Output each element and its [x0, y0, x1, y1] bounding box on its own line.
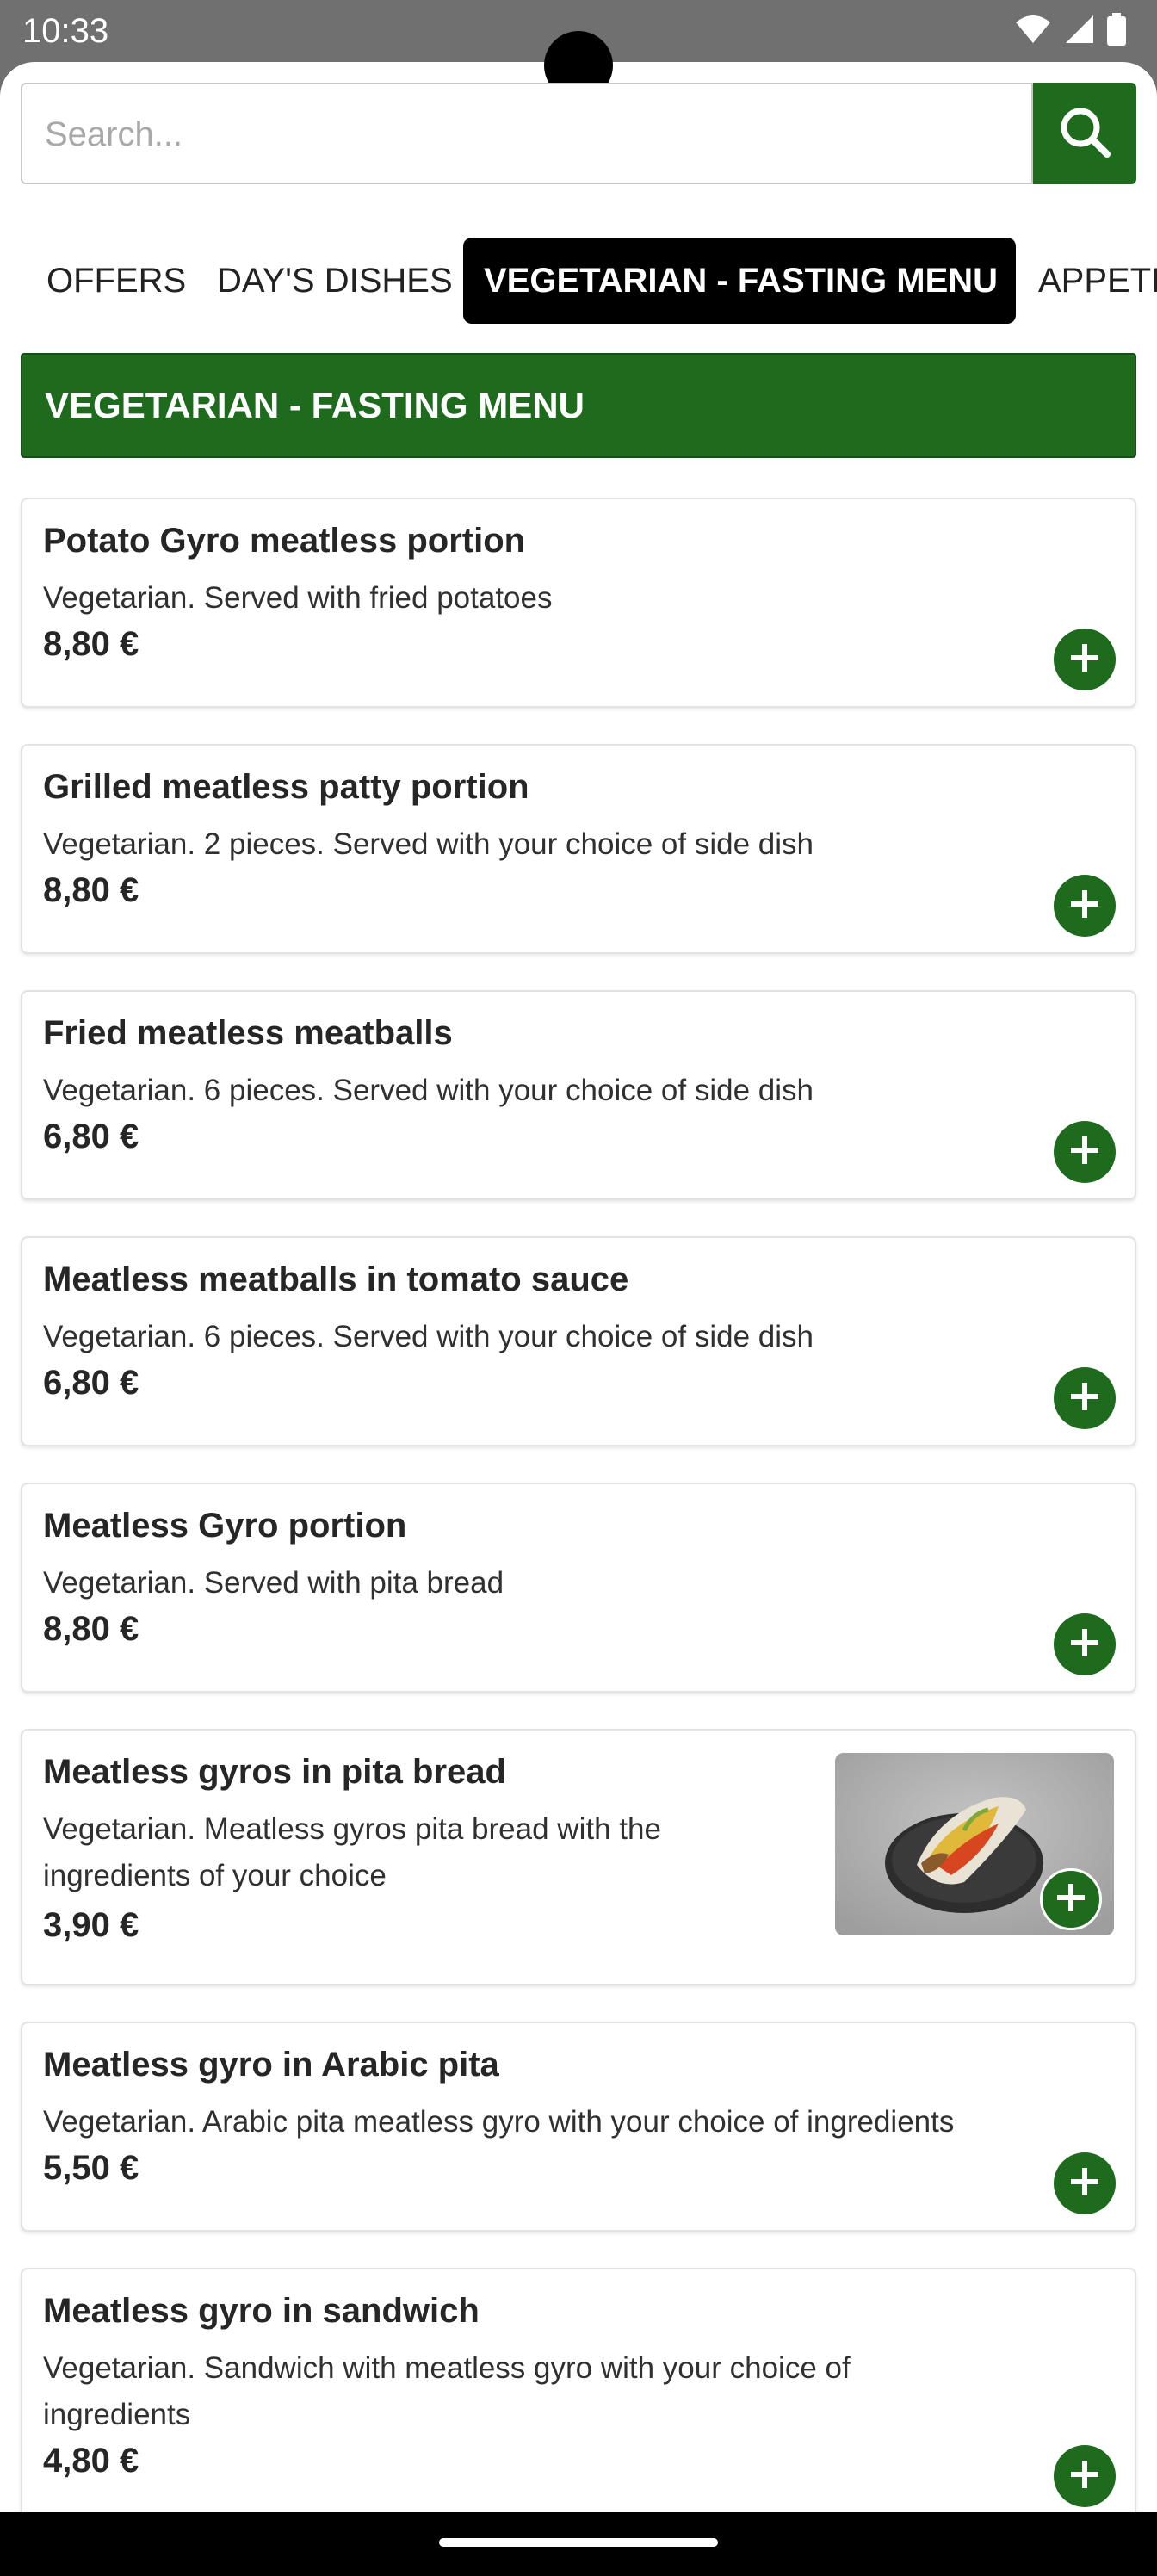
item-name: Meatless meatballs in tomato sauce [43, 1260, 629, 1298]
search-box[interactable] [21, 83, 1033, 184]
tab-days-dishes[interactable]: DAY'S DISHES [217, 238, 453, 324]
add-item-button[interactable] [1054, 1367, 1116, 1429]
item-description: Vegetarian. 2 pieces. Served with your c… [43, 827, 814, 861]
item-description: Vegetarian. 6 pieces. Served with your c… [43, 1320, 814, 1353]
item-price: 8,80 € [43, 871, 139, 909]
item-description: Vegetarian. 6 pieces. Served with your c… [43, 1074, 814, 1107]
plus-icon [1067, 641, 1102, 679]
menu-item-card[interactable]: Meatless meatballs in tomato sauce Veget… [21, 1236, 1136, 1446]
item-price: 6,80 € [43, 1364, 139, 1402]
item-name: Meatless gyros in pita bread [43, 1753, 506, 1791]
menu-item-card[interactable]: Meatless gyro in Arabic pita Vegetarian.… [21, 2022, 1136, 2232]
plus-icon [1067, 1625, 1102, 1664]
item-name: Meatless Gyro portion [43, 1507, 407, 1545]
item-name: Grilled meatless patty portion [43, 768, 529, 806]
menu-item-card[interactable]: Grilled meatless patty portion Vegetaria… [21, 744, 1136, 954]
search-icon [1057, 104, 1112, 164]
menu-item-card[interactable]: Fried meatless meatballs Vegetarian. 6 p… [21, 990, 1136, 1200]
menu-item-card[interactable]: Meatless Gyro portion Vegetarian. Served… [21, 1483, 1136, 1693]
tab-appetizers[interactable]: APPETIZERS [1038, 238, 1157, 324]
item-name: Potato Gyro meatless portion [43, 522, 526, 560]
add-item-button[interactable] [1054, 2152, 1116, 2214]
item-price: 4,80 € [43, 2442, 139, 2480]
item-description: Vegetarian. Meatless gyros pita bread wi… [43, 1812, 661, 1892]
menu-item-card[interactable]: Meatless gyro in sandwich Vegetarian. Sa… [21, 2268, 1136, 2517]
item-description: Vegetarian. Served with fried potatoes [43, 581, 553, 615]
item-name: Fried meatless meatballs [43, 1014, 453, 1052]
item-price: 3,90 € [43, 1906, 139, 1944]
item-name: Meatless gyro in Arabic pita [43, 2046, 499, 2084]
home-gesture-handle[interactable] [439, 2538, 718, 2547]
search-input[interactable] [43, 84, 1011, 184]
wifi-icon [1014, 14, 1052, 49]
tab-offers[interactable]: OFFERS [46, 238, 186, 324]
battery-icon [1107, 12, 1126, 50]
plus-icon [1054, 1880, 1088, 1919]
add-item-button[interactable] [1054, 629, 1116, 690]
item-description: Vegetarian. Served with pita bread [43, 1566, 504, 1600]
add-item-button[interactable] [1040, 1868, 1102, 1930]
section-header: VEGETARIAN - FASTING MENU [21, 353, 1136, 458]
item-price: 8,80 € [43, 625, 139, 663]
add-item-button[interactable] [1054, 1121, 1116, 1183]
add-item-button[interactable] [1054, 2445, 1116, 2507]
item-description: Vegetarian. Sandwich with meatless gyro … [43, 2351, 851, 2431]
plus-icon [1067, 887, 1102, 926]
plus-icon [1067, 2457, 1102, 2496]
plus-icon [1067, 2164, 1102, 2203]
plus-icon [1067, 1379, 1102, 1418]
status-time: 10:33 [22, 12, 109, 50]
tab-vegetarian-fasting-menu[interactable]: VEGETARIAN - FASTING MENU [463, 238, 1016, 324]
search-button[interactable] [1033, 83, 1136, 184]
add-item-button[interactable] [1054, 1613, 1116, 1675]
item-name: Meatless gyro in sandwich [43, 2292, 480, 2330]
signal-icon [1064, 14, 1095, 49]
item-description: Vegetarian. Arabic pita meatless gyro wi… [43, 2105, 955, 2139]
item-price: 8,80 € [43, 1610, 139, 1648]
add-item-button[interactable] [1054, 875, 1116, 937]
menu-item-card[interactable]: Potato Gyro meatless portion Vegetarian.… [21, 498, 1136, 708]
menu-item-card[interactable]: Meatless gyros in pita bread Vegetarian.… [21, 1729, 1136, 1985]
plus-icon [1067, 1133, 1102, 1172]
category-tabs: OFFERS DAY'S DISHES VEGETARIAN - FASTING… [0, 238, 1157, 324]
item-price: 6,80 € [43, 1118, 139, 1155]
item-price: 5,50 € [43, 2149, 139, 2187]
status-icons [1014, 12, 1126, 50]
